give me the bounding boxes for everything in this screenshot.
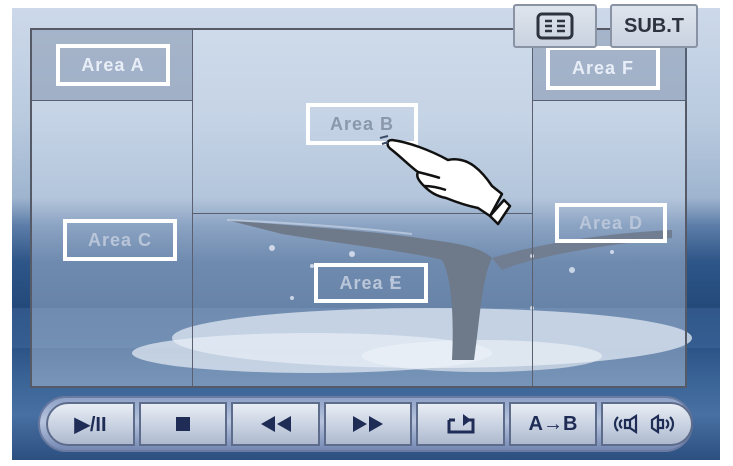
- fast-forward-button[interactable]: [324, 402, 412, 446]
- list-menu-icon: [536, 12, 574, 40]
- grid-divider: [192, 30, 193, 386]
- a-b-repeat-button[interactable]: A→B: [509, 402, 597, 446]
- audio-channel-icon: [613, 413, 675, 435]
- repeat-icon: [447, 414, 474, 434]
- play-pause-button[interactable]: ▶/II: [46, 402, 135, 446]
- fast-forward-icon: [353, 416, 383, 432]
- grid-divider: [532, 30, 533, 386]
- rewind-icon: [260, 416, 291, 432]
- grid-divider: [532, 100, 687, 101]
- rewind-button[interactable]: [231, 402, 320, 446]
- pointing-hand-icon: [379, 135, 512, 226]
- audio-button[interactable]: [601, 402, 693, 446]
- subtitle-button[interactable]: SUB.T: [610, 4, 698, 48]
- stop-icon: [176, 417, 190, 431]
- area-c-label[interactable]: Area C: [63, 219, 177, 261]
- area-d-label[interactable]: Area D: [555, 203, 667, 243]
- area-f-label[interactable]: Area F: [546, 46, 660, 90]
- stop-button[interactable]: [139, 402, 227, 446]
- menu-button[interactable]: [513, 4, 597, 48]
- area-a-label[interactable]: Area A: [56, 44, 170, 86]
- area-e-label[interactable]: Area E: [314, 263, 428, 303]
- repeat-button[interactable]: [416, 402, 505, 446]
- grid-divider: [32, 100, 192, 101]
